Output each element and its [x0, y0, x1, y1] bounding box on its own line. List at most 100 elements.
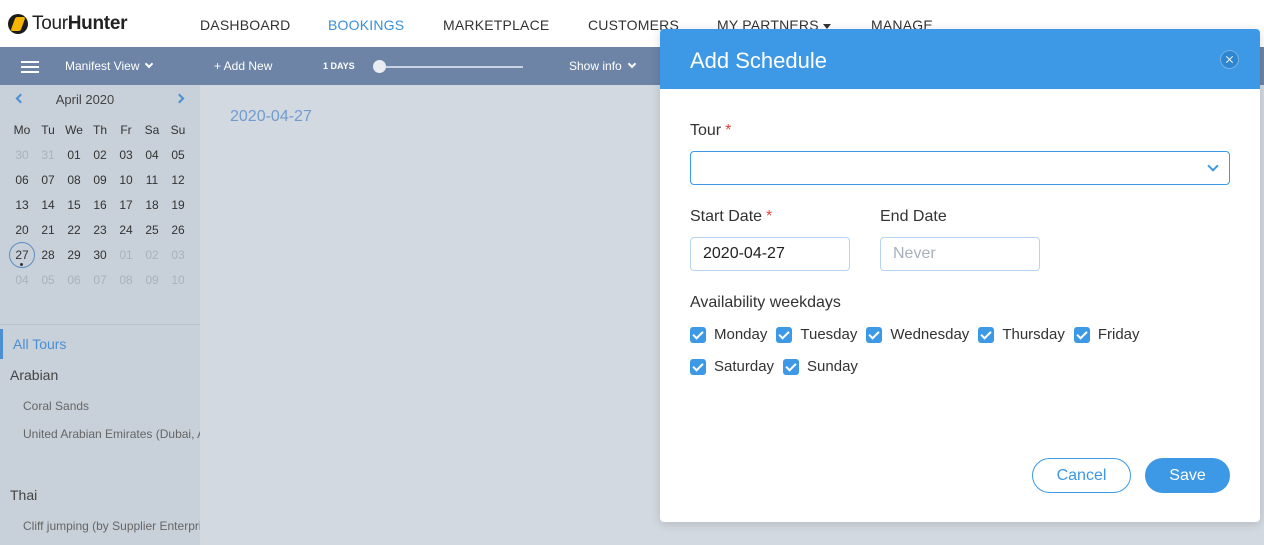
calendar-day[interactable]: 15: [61, 198, 87, 223]
checkbox-tuesday[interactable]: Tuesday: [776, 326, 857, 343]
checkbox-wednesday[interactable]: Wednesday: [866, 326, 969, 343]
days-slider-handle[interactable]: [373, 60, 386, 73]
tourhunter-logo-icon: [8, 14, 28, 34]
calendar-day[interactable]: 14: [35, 198, 61, 223]
brand-name: TourHunter: [32, 13, 128, 34]
cancel-button[interactable]: Cancel: [1032, 458, 1131, 493]
manifest-date[interactable]: 2020-04-27: [230, 108, 312, 126]
sidebar: April 2020 Mo Tu We Th Fr Sa Su 30 31 01 02 03 04 05 0…: [0, 85, 200, 545]
calendar-weekday-row: Mo Tu We Th Fr Sa Su: [9, 123, 191, 148]
calendar-day[interactable]: 17: [113, 198, 139, 223]
calendar-day[interactable]: 07: [87, 273, 113, 298]
tour-select[interactable]: [690, 151, 1230, 185]
tour-item[interactable]: Cliff jumping (by Supplier Enterprises): [23, 519, 200, 533]
calendar-day[interactable]: 23: [87, 223, 113, 248]
nav-bookings[interactable]: BOOKINGS: [328, 17, 404, 33]
brand-logo[interactable]: TourHunter: [8, 13, 127, 35]
calendar-day[interactable]: 01: [61, 148, 87, 173]
calendar-day[interactable]: 27: [9, 242, 35, 273]
sidebar-item-all-tours[interactable]: All Tours: [0, 329, 66, 359]
calendar-week-row: 04 05 06 07 08 09 10: [9, 273, 191, 298]
calendar-day[interactable]: 19: [165, 198, 191, 223]
menu-icon[interactable]: [21, 61, 39, 73]
calendar-day[interactable]: 13: [9, 198, 35, 223]
calendar-week-row: 27 28 29 30 01 02 03: [9, 242, 191, 273]
checkbox-checked-icon: [1073, 326, 1090, 343]
calendar-day[interactable]: 21: [35, 223, 61, 248]
calendar-day[interactable]: 07: [35, 173, 61, 198]
calendar-weekday: Th: [92, 123, 107, 137]
calendar-day[interactable]: 05: [35, 273, 61, 298]
calendar-day[interactable]: 24: [113, 223, 139, 248]
save-button[interactable]: Save: [1145, 458, 1230, 493]
calendar-day[interactable]: 03: [113, 148, 139, 173]
calendar-day[interactable]: 22: [61, 223, 87, 248]
calendar-day[interactable]: 02: [87, 148, 113, 173]
calendar-day[interactable]: 04: [139, 148, 165, 173]
calendar-day[interactable]: 28: [35, 248, 61, 273]
checkbox-checked-icon: [783, 358, 800, 375]
availability-weekdays-label: Availability weekdays: [690, 294, 841, 311]
calendar-day[interactable]: 30: [87, 248, 113, 273]
checkbox-label: Sunday: [807, 358, 858, 375]
end-date-label: End Date: [880, 208, 947, 225]
calendar-day[interactable]: 04: [9, 273, 35, 298]
calendar-day[interactable]: 09: [139, 273, 165, 298]
modal-header: Add Schedule: [660, 29, 1260, 89]
view-dropdown-label: Manifest View: [65, 59, 140, 73]
required-marker: *: [725, 122, 732, 139]
calendar-day[interactable]: 31: [35, 148, 61, 173]
chevron-down-icon: [1207, 160, 1219, 172]
calendar-day[interactable]: 06: [61, 273, 87, 298]
add-new-button[interactable]: + Add New: [214, 59, 272, 73]
calendar-day[interactable]: 08: [61, 173, 87, 198]
checkbox-checked-icon: [866, 326, 883, 343]
tour-group-arabian: Arabian: [10, 367, 59, 383]
chevron-down-icon: [145, 59, 154, 69]
show-info-dropdown[interactable]: Show info: [569, 59, 636, 73]
view-dropdown[interactable]: Manifest View: [65, 59, 154, 73]
calendar-day[interactable]: 30: [9, 148, 35, 173]
end-date-input[interactable]: [880, 237, 1040, 271]
calendar-day[interactable]: 26: [165, 223, 191, 248]
checkbox-checked-icon: [690, 326, 706, 343]
checkbox-checked-icon: [690, 358, 706, 375]
calendar-day[interactable]: 10: [113, 173, 139, 198]
checkbox-monday[interactable]: Monday: [690, 326, 767, 343]
calendar-day[interactable]: 08: [113, 273, 139, 298]
calendar-day[interactable]: 02: [139, 248, 165, 273]
tour-item[interactable]: Coral Sands: [23, 399, 200, 413]
calendar-day[interactable]: 25: [139, 223, 165, 248]
sidebar-divider: [0, 324, 200, 325]
calendar-day[interactable]: 03: [165, 248, 191, 273]
calendar-weekday: We: [65, 123, 83, 137]
calendar-day[interactable]: 29: [61, 248, 87, 273]
calendar-day[interactable]: 01: [113, 248, 139, 273]
close-icon[interactable]: [1220, 50, 1239, 69]
calendar-day[interactable]: 11: [139, 173, 165, 198]
checkbox-saturday[interactable]: Saturday: [690, 358, 774, 375]
nav-dashboard[interactable]: DASHBOARD: [200, 17, 290, 33]
calendar-week-row: 06 07 08 09 10 11 12: [9, 173, 191, 198]
calendar-day[interactable]: 05: [165, 148, 191, 173]
calendar-day[interactable]: 06: [9, 173, 35, 198]
checkbox-friday[interactable]: Friday: [1073, 326, 1140, 343]
chevron-down-icon: [627, 59, 636, 69]
calendar-week-row: 30 31 01 02 03 04 05: [9, 148, 191, 173]
calendar-day[interactable]: 16: [87, 198, 113, 223]
checkbox-label: Saturday: [714, 358, 775, 375]
days-slider-track[interactable]: [380, 66, 523, 68]
calendar-day[interactable]: 10: [165, 273, 191, 298]
tour-item[interactable]: United Arabian Emirates (Dubai, Abu Dhab…: [23, 427, 200, 441]
calendar-day[interactable]: 12: [165, 173, 191, 198]
start-date-input[interactable]: [690, 237, 850, 271]
days-label: 1 DAYS: [323, 61, 355, 71]
calendar-weekday: Tu: [41, 123, 55, 137]
checkbox-thursday[interactable]: Thursday: [978, 326, 1065, 343]
nav-marketplace[interactable]: MARKETPLACE: [443, 17, 549, 33]
calendar-day[interactable]: 09: [87, 173, 113, 198]
checkbox-sunday[interactable]: Sunday: [783, 358, 858, 375]
calendar-weekday: Mo: [13, 123, 31, 137]
calendar-day[interactable]: 18: [139, 198, 165, 223]
checkbox-checked-icon: [978, 326, 995, 343]
